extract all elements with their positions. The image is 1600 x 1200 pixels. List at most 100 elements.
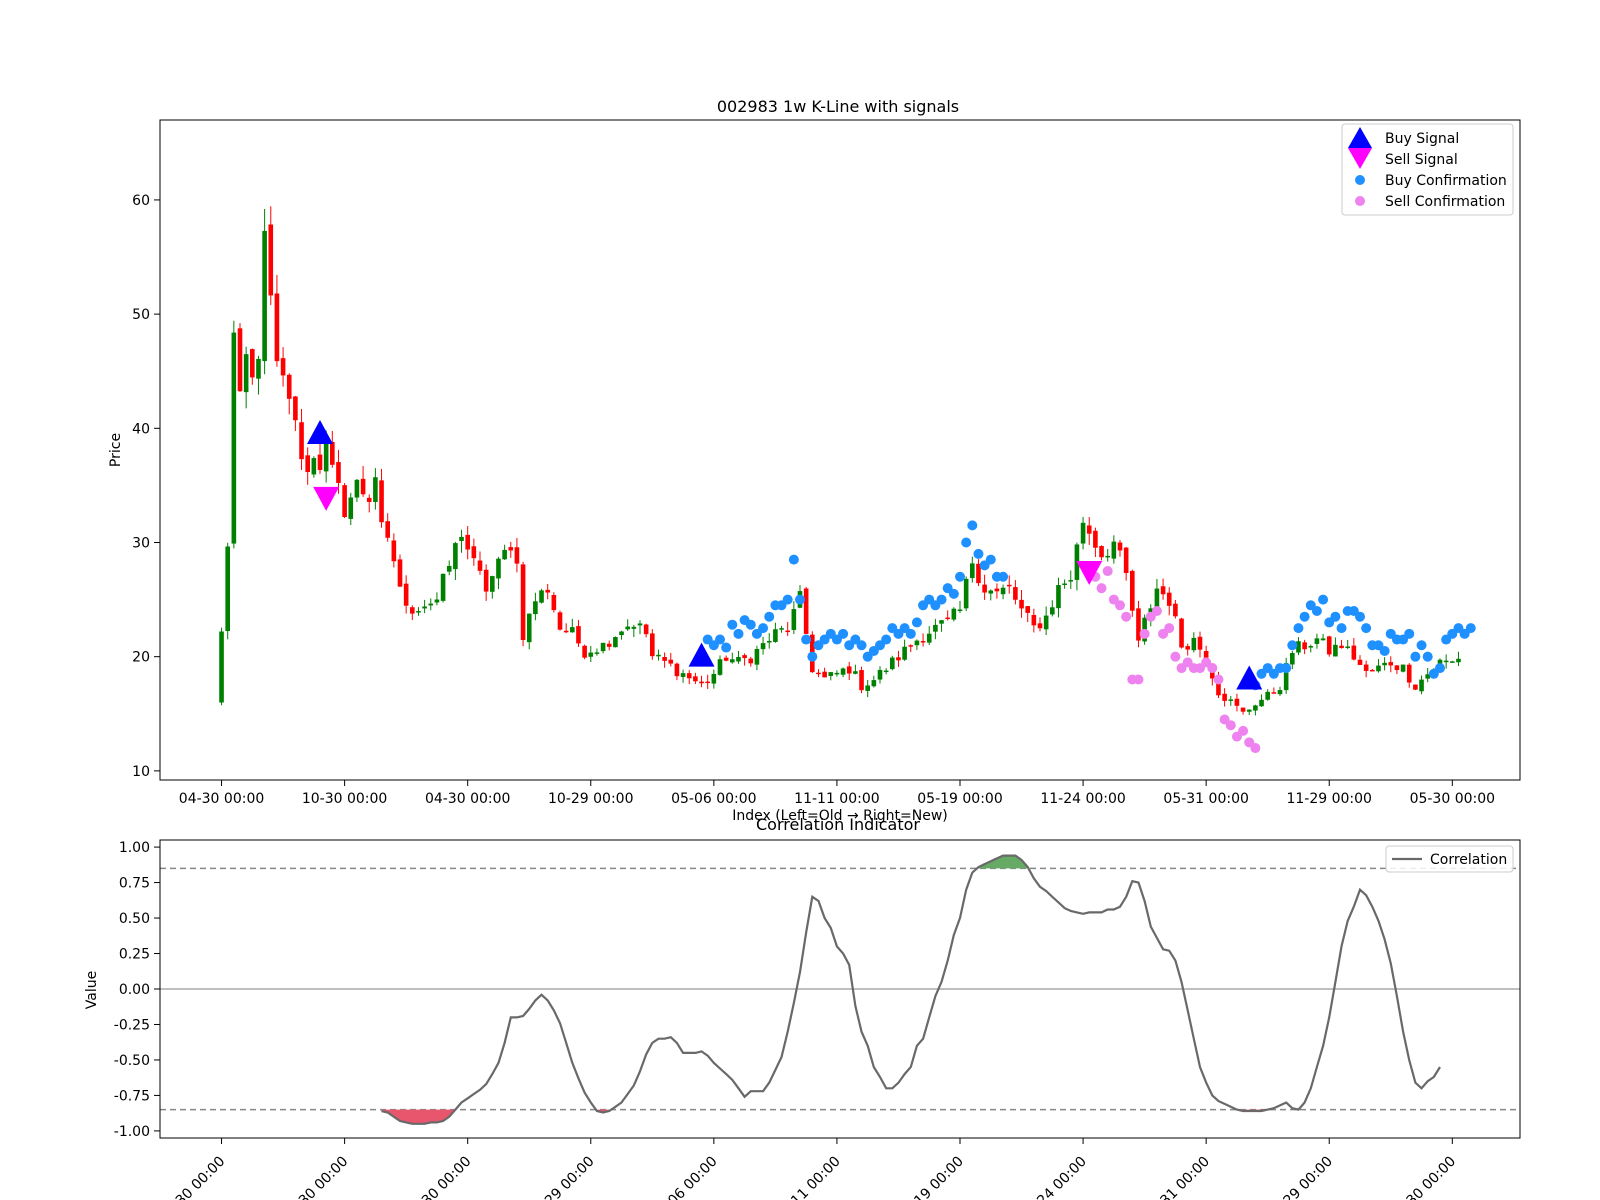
candle-body bbox=[453, 543, 458, 570]
candle-body bbox=[1050, 607, 1055, 615]
buy-confirmation-point bbox=[1299, 611, 1310, 622]
candle-body bbox=[1037, 623, 1043, 629]
candle-body bbox=[662, 656, 667, 661]
kline-y-tick-label: 50 bbox=[132, 307, 150, 323]
buy-confirmation-point bbox=[807, 651, 818, 662]
candle-body bbox=[773, 629, 778, 642]
kline-y-axis-label: Price bbox=[108, 433, 124, 467]
candle-body bbox=[1443, 660, 1449, 663]
correlation-y-tick-label: 0.75 bbox=[119, 876, 150, 892]
buy-confirmation-point bbox=[1355, 611, 1365, 622]
candle-body bbox=[840, 668, 846, 675]
candle-body bbox=[723, 657, 729, 661]
candle-body bbox=[693, 676, 698, 682]
candle-body bbox=[1450, 661, 1455, 663]
buy-confirmation-point bbox=[1287, 640, 1298, 651]
candle-body bbox=[643, 624, 649, 635]
candle-body bbox=[742, 655, 747, 659]
sell-confirmation-point bbox=[1207, 663, 1218, 674]
kline-y-tick-label: 10 bbox=[132, 764, 150, 780]
kline-x-tick-label: 11-11 00:00 bbox=[794, 791, 879, 807]
legend-buy-signal-label: Buy Signal bbox=[1385, 131, 1459, 147]
candle-body bbox=[699, 681, 704, 684]
candle-body bbox=[508, 547, 514, 551]
legend-buy-confirmation-label: Buy Confirmation bbox=[1385, 173, 1507, 189]
candle-body bbox=[1006, 584, 1012, 587]
candle-body bbox=[803, 588, 809, 634]
sell-confirmation-point bbox=[1164, 623, 1175, 634]
candle-body bbox=[582, 645, 587, 658]
candle-body bbox=[1111, 541, 1117, 559]
correlation-y-tick-label: 0.25 bbox=[119, 947, 150, 963]
candle-body bbox=[1062, 583, 1067, 586]
candle-body bbox=[526, 613, 532, 643]
candle-body bbox=[1326, 636, 1332, 655]
candle-body bbox=[1394, 665, 1400, 671]
candle-body bbox=[982, 584, 987, 593]
candle-body bbox=[1080, 522, 1086, 544]
candle-body bbox=[1339, 645, 1344, 649]
candle-body bbox=[631, 626, 637, 629]
sell-confirmation-point bbox=[1096, 583, 1107, 594]
buy-confirmation-point bbox=[1379, 645, 1390, 656]
candle-body bbox=[490, 576, 495, 592]
candle-body bbox=[1370, 669, 1375, 672]
sell-confirmation-point bbox=[1139, 628, 1150, 639]
buy-confirmation-point bbox=[1422, 651, 1433, 662]
candle-body bbox=[656, 654, 661, 657]
candle-body bbox=[1302, 642, 1307, 650]
correlation-y-tick-label: -1.00 bbox=[114, 1124, 150, 1140]
buy-confirmation-point bbox=[1361, 623, 1372, 634]
candle-body bbox=[379, 480, 384, 523]
candle-body bbox=[1086, 525, 1092, 534]
candle-body bbox=[933, 624, 938, 632]
candle-body bbox=[342, 485, 347, 518]
candle-body bbox=[1000, 587, 1006, 595]
sell-confirmation-point bbox=[1238, 725, 1249, 736]
candle-body bbox=[754, 649, 760, 665]
buy-confirmation-point bbox=[1281, 663, 1292, 674]
candle-body bbox=[1265, 691, 1270, 700]
candle-body bbox=[705, 681, 710, 684]
kline-x-tick-label: 05-30 00:00 bbox=[1410, 791, 1495, 807]
buy-confirmation-point bbox=[788, 554, 799, 565]
buy-confirmation-point bbox=[1293, 623, 1304, 634]
candle-body bbox=[600, 642, 606, 652]
buy-confirmation-point bbox=[1465, 623, 1476, 634]
candle-body bbox=[440, 573, 446, 601]
candle-body bbox=[766, 641, 772, 643]
legend-sell-confirmation-icon bbox=[1355, 196, 1365, 206]
candle-body bbox=[533, 601, 538, 615]
buy-confirmation-point bbox=[881, 634, 892, 645]
candle-body bbox=[576, 626, 581, 644]
candle-body bbox=[293, 396, 298, 421]
candle-body bbox=[914, 640, 920, 646]
buy-confirmation-point bbox=[1311, 606, 1322, 617]
buy-confirmation-point bbox=[856, 640, 867, 651]
candle-body bbox=[926, 633, 932, 643]
candle-body bbox=[816, 672, 821, 675]
sell-confirmation-point bbox=[1213, 674, 1224, 685]
candle-body bbox=[502, 549, 507, 560]
candle-body bbox=[939, 620, 944, 624]
candle-body bbox=[668, 659, 674, 664]
candle-body bbox=[1019, 599, 1024, 609]
candle-body bbox=[416, 611, 421, 613]
buy-confirmation-point bbox=[801, 634, 812, 645]
candle-body bbox=[588, 652, 594, 657]
buy-confirmation-point bbox=[985, 554, 996, 565]
candle-body bbox=[1320, 638, 1326, 641]
candle-body bbox=[970, 563, 975, 579]
kline-x-tick-label: 04-30 00:00 bbox=[425, 791, 510, 807]
candle-body bbox=[890, 657, 895, 670]
sell-confirmation-point bbox=[1225, 720, 1236, 731]
buy-confirmation-point bbox=[905, 628, 916, 639]
candle-body bbox=[237, 328, 243, 392]
kline-y-tick-label: 40 bbox=[132, 421, 150, 437]
candle-body bbox=[483, 569, 489, 592]
candle-body bbox=[286, 374, 292, 399]
candle-body bbox=[963, 578, 969, 609]
candle-body bbox=[219, 631, 224, 703]
buy-confirmation-point bbox=[967, 520, 978, 531]
buy-confirmation-point bbox=[961, 537, 972, 548]
